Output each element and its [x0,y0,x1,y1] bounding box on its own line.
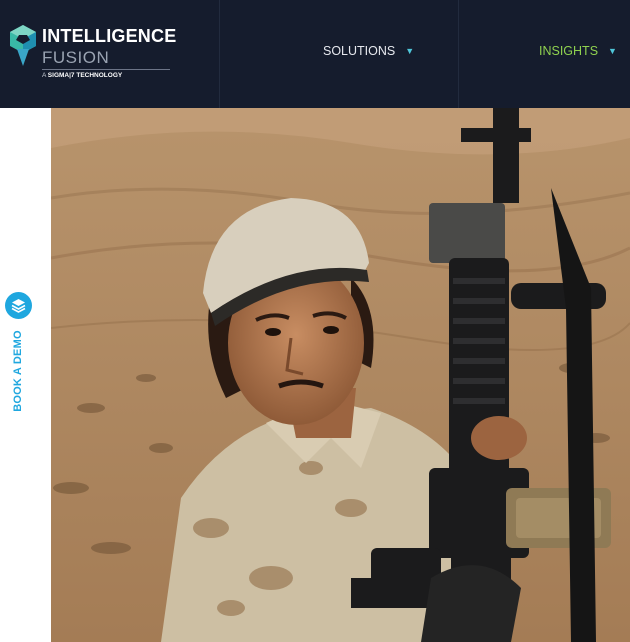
book-demo-label[interactable]: BOOK A DEMO [12,330,24,411]
nav-insights[interactable]: INSIGHTS ▼ [539,44,617,58]
hexagon-map-pin-icon [10,25,36,66]
logo-tagline: A SIGMA|7 TECHNOLOGY [42,72,123,79]
logo-wordmark-line1: INTELLIGENCE [42,26,177,46]
nav-insights-label: INSIGHTS [539,44,599,58]
site-header: INTELLIGENCE FUSION A SIGMA|7 TECHNOLOGY… [0,0,630,108]
logo-divider [42,69,170,70]
stacked-layers-icon [11,299,26,313]
nav-solutions[interactable]: SOLUTIONS ▼ [323,44,414,58]
header-divider [458,0,459,108]
book-demo-sidebar: BOOK A DEMO [0,108,51,642]
hero-image [51,108,630,642]
triangle-down-icon: ▼ [608,46,617,56]
logo-wordmark-line2: FUSION [42,48,110,67]
book-demo-button[interactable] [5,292,32,319]
nav-solutions-label: SOLUTIONS [323,44,396,58]
triangle-down-icon: ▼ [405,46,415,56]
soldier-photo [51,108,630,642]
intelligence-fusion-logo[interactable]: INTELLIGENCE FUSION A SIGMA|7 TECHNOLOGY [8,24,178,82]
header-divider [219,0,220,108]
